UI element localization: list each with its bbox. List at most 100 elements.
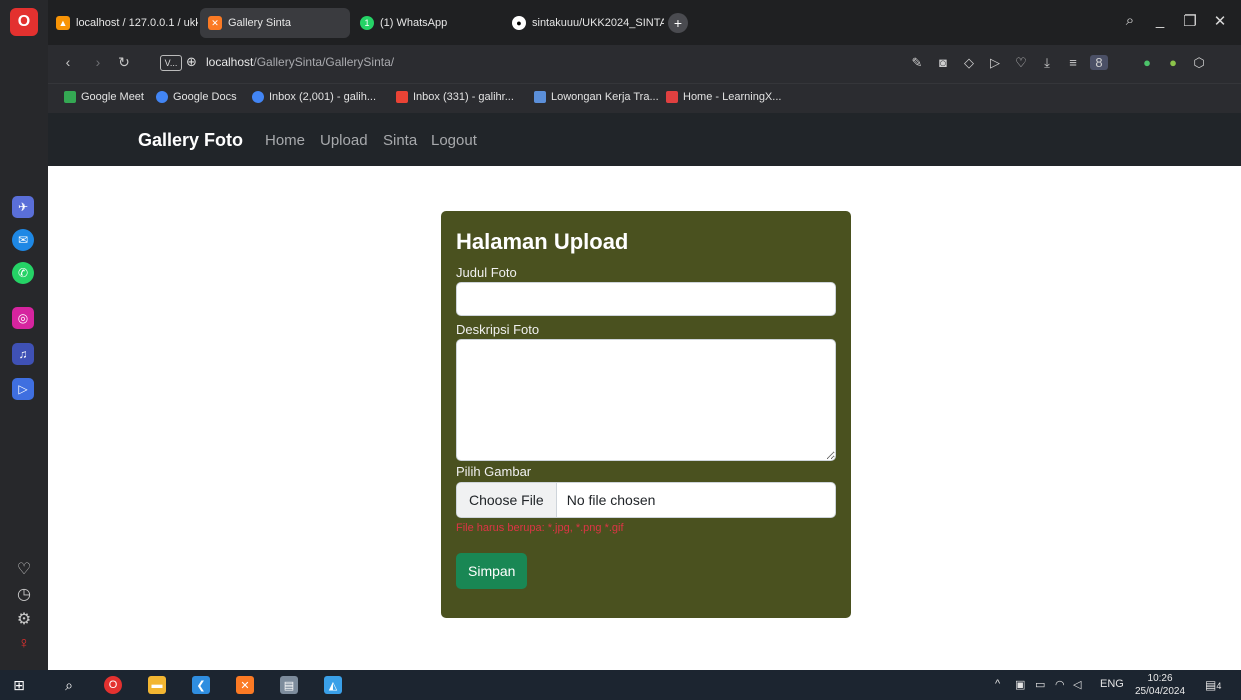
tips-bulb-icon[interactable]: ♀ <box>14 634 34 654</box>
close-button[interactable]: ✕ <box>1208 12 1232 30</box>
gmail-icon <box>396 91 408 103</box>
system-clock[interactable]: 10:26 25/04/2024 <box>1135 672 1185 698</box>
page-viewport: Gallery Foto Home Upload Sinta Logout Ha… <box>48 113 1241 670</box>
settings-gear-icon[interactable]: ⚙ <box>14 609 34 629</box>
tray-chevron-icon[interactable]: ^ <box>995 678 1000 690</box>
windows-start-icon[interactable]: ⊞ <box>10 676 28 694</box>
player-icon[interactable]: ▷ <box>12 378 34 400</box>
xampp-icon: ✕ <box>208 16 222 30</box>
search-icon[interactable]: ⌕ <box>60 676 78 694</box>
restore-button[interactable]: ❐ <box>1178 12 1202 30</box>
pilih-gambar-label: Pilih Gambar <box>456 464 532 479</box>
bookmark-label: Google Meet <box>81 91 144 103</box>
download-icon[interactable]: ⤓ <box>1038 55 1056 71</box>
clock-date: 25/04/2024 <box>1135 686 1186 697</box>
google-icon <box>252 91 264 103</box>
upload-card: Halaman Upload Judul Foto Deskripsi Foto… <box>441 211 851 618</box>
vpn-badge[interactable]: V... <box>160 55 182 71</box>
back-icon[interactable]: ‹ <box>58 54 78 70</box>
choose-file-button[interactable]: Choose File <box>457 483 557 517</box>
tab-gallery-sinta[interactable]: ✕ Gallery Sinta <box>200 8 350 38</box>
clock-time: 10:26 <box>1147 673 1173 684</box>
url-host: localhost <box>206 55 254 69</box>
url-input[interactable]: localhost/GallerySinta/GallerySinta/ <box>206 55 394 69</box>
history-icon[interactable]: ◷ <box>14 584 34 604</box>
minimize-button[interactable]: _ <box>1148 12 1172 29</box>
bookmark-inbox-galih[interactable]: Inbox (2,001) - galih... <box>252 91 376 103</box>
opera-sidebar: O ✈ ✉ ✆ ◎ ♫ ▷ ♡ ◷ ⚙ ♀ <box>0 0 48 670</box>
google-icon <box>156 91 168 103</box>
learningx-icon <box>666 91 678 103</box>
bookmark-lowongan-kerja[interactable]: Lowongan Kerja Tra... <box>534 91 659 103</box>
file-explorer-icon[interactable]: ▬ <box>148 676 166 694</box>
page-title: Halaman Upload <box>456 229 629 254</box>
shield-icon[interactable]: ◇ <box>960 55 978 71</box>
opera-logo-icon[interactable]: O <box>10 8 38 36</box>
tab-whatsapp[interactable]: 1 (1) WhatsApp <box>352 8 502 38</box>
bookmark-label: Lowongan Kerja Tra... <box>551 91 659 103</box>
navbar-brand[interactable]: Gallery Foto <box>138 130 243 151</box>
bookmark-label: Inbox (2,001) - galih... <box>269 91 377 103</box>
globe-icon: ⊕ <box>186 54 197 69</box>
notification-center-icon[interactable]: ▤4 <box>1205 678 1221 692</box>
nav-link-sinta[interactable]: Sinta <box>383 132 417 149</box>
tab-label: sintakuuu/UKK2024_SINTA <box>532 17 664 29</box>
file-type-hint: File harus berupa: *.jpg, *.png *.gif <box>456 522 624 534</box>
tab-bar: ▲ localhost / 127.0.0.1 / ukk ✕ Gallery … <box>48 0 1241 45</box>
extensions-cube-icon[interactable]: ⬡ <box>1190 55 1208 71</box>
extension-chat-icon[interactable]: ● <box>1164 55 1182 70</box>
photos-icon[interactable]: ◭ <box>324 676 342 694</box>
bookmark-label: Inbox (331) - galihr... <box>413 91 514 103</box>
bookmark-google-meet[interactable]: Google Meet <box>64 91 144 103</box>
judul-foto-input[interactable] <box>456 282 836 316</box>
instagram-icon[interactable]: ◎ <box>12 307 34 329</box>
new-tab-button[interactable]: + <box>668 13 688 33</box>
notification-count: 4 <box>1216 681 1222 691</box>
menu-icon[interactable]: ≡ <box>1064 55 1082 70</box>
battery-icon[interactable]: ▭ <box>1035 678 1045 691</box>
xampp-taskbar-icon[interactable]: ✕ <box>236 676 254 694</box>
tab-phpmyadmin[interactable]: ▲ localhost / 127.0.0.1 / ukk <box>48 8 198 38</box>
opera-taskbar-icon[interactable]: O <box>104 676 122 694</box>
tray-app-icon[interactable]: ▣ <box>1015 678 1025 691</box>
edit-icon[interactable]: ✎ <box>908 55 926 71</box>
aria-icon[interactable]: ✈ <box>12 196 34 218</box>
volume-icon[interactable]: ◁ <box>1073 678 1081 691</box>
file-status: No file chosen <box>566 492 656 508</box>
vscode-icon[interactable]: ❮ <box>192 676 210 694</box>
wifi-icon[interactable]: ◠ <box>1055 678 1065 691</box>
deskripsi-foto-textarea[interactable] <box>456 339 836 461</box>
nav-link-upload[interactable]: Upload <box>320 132 368 149</box>
music-player-icon[interactable]: ♫ <box>12 343 34 365</box>
deskripsi-foto-label: Deskripsi Foto <box>456 322 540 337</box>
language-indicator[interactable]: ENG <box>1100 678 1124 690</box>
bookmark-google-docs[interactable]: Google Docs <box>156 91 237 103</box>
file-input[interactable]: Choose File No file chosen <box>456 482 836 518</box>
bookmark-learningx[interactable]: Home - LearningX... <box>666 91 781 103</box>
tab-github[interactable]: ● sintakuuu/UKK2024_SINTA <box>504 8 664 38</box>
bookmarks-bar: Google Meet Google Docs Inbox (2,001) - … <box>48 83 1241 113</box>
simpan-button[interactable]: Simpan <box>456 553 528 589</box>
tab-label: (1) WhatsApp <box>380 17 448 29</box>
phpmyadmin-icon: ▲ <box>56 16 70 30</box>
whatsapp-icon: 1 <box>360 16 374 30</box>
taskbar: ⊞ ⌕ O ▬ ❮ ✕ ▤ ◭ ^ ▣ ▭ ◠ ◁ ENG 10:26 25/0… <box>0 670 1241 700</box>
nav-link-home[interactable]: Home <box>265 132 305 149</box>
heart-icon[interactable]: ♡ <box>1012 55 1030 71</box>
notepad-icon[interactable]: ▤ <box>280 676 298 694</box>
site-navbar: Gallery Foto Home Upload Sinta Logout <box>48 113 1241 166</box>
nav-link-logout[interactable]: Logout <box>431 132 477 149</box>
forward-icon[interactable]: › <box>88 54 108 70</box>
url-path: /GallerySinta/GallerySinta/ <box>253 55 395 69</box>
reload-icon[interactable]: ↻ <box>114 54 134 71</box>
bookmark-inbox-galihr[interactable]: Inbox (331) - galihr... <box>396 91 514 103</box>
whatsapp-icon[interactable]: ✆ <box>12 262 34 284</box>
heart-icon[interactable]: ♡ <box>14 559 34 579</box>
search-tabs-icon[interactable]: ⌕ <box>1118 12 1142 29</box>
profile-icon[interactable]: 8 <box>1090 55 1108 70</box>
extension-green-icon[interactable]: ● <box>1138 55 1156 70</box>
tab-label: localhost / 127.0.0.1 / ukk <box>76 17 198 29</box>
camera-icon[interactable]: ◙ <box>934 55 952 70</box>
messenger-icon[interactable]: ✉ <box>12 229 34 251</box>
play-icon[interactable]: ▷ <box>986 55 1004 71</box>
